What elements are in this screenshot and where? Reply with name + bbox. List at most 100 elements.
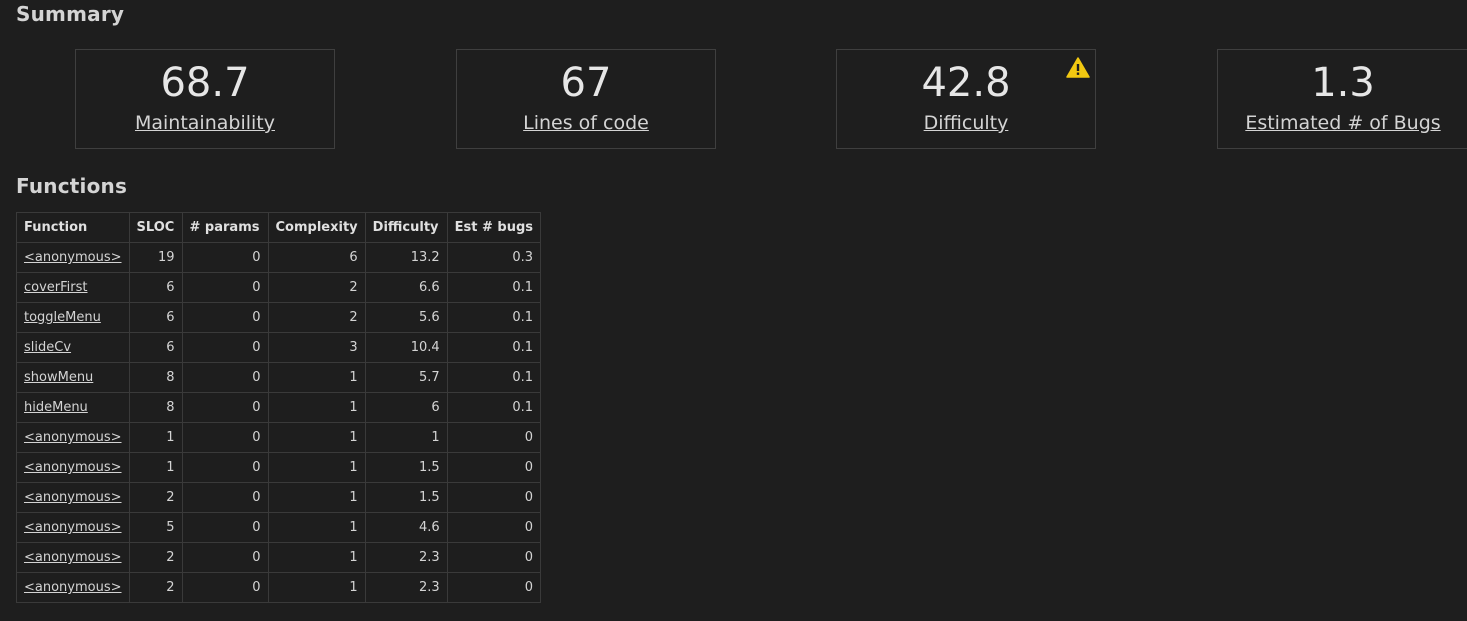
difficulty-cell: 6 [364,392,448,423]
difficulty-cell: 10.4 [364,332,448,363]
table-row: <anonymous> 1 0 1 1.5 0 [16,452,542,483]
est-bugs-cell: 0.1 [446,272,542,303]
function-link[interactable]: toggleMenu [24,310,101,325]
sloc-cell: 8 [128,362,183,393]
table-row: showMenu 8 0 1 5.7 0.1 [16,362,542,393]
sloc-cell: 2 [128,542,183,573]
complexity-cell: 2 [267,302,366,333]
maintainability-link[interactable]: Maintainability [76,110,334,136]
difficulty-cell: 6.6 [364,272,448,303]
params-cell: 0 [181,542,269,573]
lines-of-code-link[interactable]: Lines of code [457,110,715,136]
complexity-cell: 1 [267,422,366,453]
table-row: <anonymous> 2 0 1 2.3 0 [16,572,542,603]
difficulty-cell: 2.3 [364,542,448,573]
sloc-cell: 1 [128,422,183,453]
function-name: <anonymous> [16,422,130,453]
complexity-cell: 2 [267,272,366,303]
function-link[interactable]: <anonymous> [24,520,122,535]
params-cell: 0 [181,422,269,453]
sloc-cell: 2 [128,482,183,513]
params-cell: 0 [181,572,269,603]
est-bugs-cell: 0 [446,422,542,453]
difficulty-cell: 1.5 [364,482,448,513]
table-row: slideCv 6 0 3 10.4 0.1 [16,332,542,363]
function-name: <anonymous> [16,482,130,513]
difficulty-cell: 5.6 [364,302,448,333]
difficulty-cell: 1 [364,422,448,453]
column-header-function[interactable]: Function [16,212,130,243]
complexity-cell: 1 [267,362,366,393]
params-cell: 0 [181,512,269,543]
function-name: <anonymous> [16,242,130,273]
difficulty-card: 42.8 Difficulty [836,49,1096,149]
function-link[interactable]: <anonymous> [24,460,122,475]
sloc-cell: 6 [128,302,183,333]
function-name: <anonymous> [16,542,130,573]
table-row: <anonymous> 19 0 6 13.2 0.3 [16,242,542,273]
table-row: toggleMenu 6 0 2 5.6 0.1 [16,302,542,333]
function-name: <anonymous> [16,572,130,603]
function-link[interactable]: coverFirst [24,280,88,295]
complexity-cell: 3 [267,332,366,363]
function-link[interactable]: hideMenu [24,400,88,415]
sloc-cell: 19 [128,242,183,273]
table-header-row: Function SLOC # params Complexity Diffic… [16,212,542,243]
function-name: toggleMenu [16,302,130,333]
sloc-cell: 2 [128,572,183,603]
function-link[interactable]: <anonymous> [24,490,122,505]
column-header-est-bugs[interactable]: Est # bugs [446,212,542,243]
difficulty-link[interactable]: Difficulty [837,110,1095,136]
sloc-cell: 1 [128,452,183,483]
table-row: <anonymous> 2 0 1 2.3 0 [16,542,542,573]
complexity-cell: 1 [267,392,366,423]
function-link[interactable]: slideCv [24,340,71,355]
lines-of-code-card: 67 Lines of code [456,49,716,149]
lines-of-code-value: 67 [560,60,612,106]
difficulty-cell: 5.7 [364,362,448,393]
report-page: Summary 68.7 Maintainability 67 Lines of… [0,0,1467,621]
table-row: hideMenu 8 0 1 6 0.1 [16,392,542,423]
function-name: coverFirst [16,272,130,303]
estimated-bugs-card: 1.3 Estimated # of Bugs [1217,49,1467,149]
column-header-complexity[interactable]: Complexity [267,212,366,243]
sloc-cell: 6 [128,272,183,303]
function-link[interactable]: <anonymous> [24,250,122,265]
table-row: <anonymous> 2 0 1 1.5 0 [16,482,542,513]
function-name: slideCv [16,332,130,363]
complexity-cell: 1 [267,512,366,543]
function-link[interactable]: <anonymous> [24,430,122,445]
function-link[interactable]: <anonymous> [24,550,122,565]
difficulty-cell: 4.6 [364,512,448,543]
difficulty-cell: 13.2 [364,242,448,273]
difficulty-cell: 2.3 [364,572,448,603]
function-name: showMenu [16,362,130,393]
column-header-difficulty[interactable]: Difficulty [364,212,448,243]
function-name: <anonymous> [16,512,130,543]
difficulty-cell: 1.5 [364,452,448,483]
maintainability-value: 68.7 [160,60,250,106]
column-header-params[interactable]: # params [181,212,269,243]
maintainability-card: 68.7 Maintainability [75,49,335,149]
table-row: <anonymous> 5 0 1 4.6 0 [16,512,542,543]
est-bugs-cell: 0 [446,512,542,543]
complexity-cell: 1 [267,572,366,603]
functions-table: Function SLOC # params Complexity Diffic… [16,212,542,603]
estimated-bugs-value: 1.3 [1311,60,1375,106]
params-cell: 0 [181,272,269,303]
est-bugs-cell: 0.1 [446,302,542,333]
estimated-bugs-link[interactable]: Estimated # of Bugs [1208,110,1467,136]
table-row: <anonymous> 1 0 1 1 0 [16,422,542,453]
function-link[interactable]: <anonymous> [24,580,122,595]
params-cell: 0 [181,392,269,423]
complexity-cell: 1 [267,452,366,483]
function-link[interactable]: showMenu [24,370,93,385]
column-header-sloc[interactable]: SLOC [128,212,183,243]
params-cell: 0 [181,302,269,333]
params-cell: 0 [181,452,269,483]
functions-heading: Functions [16,174,128,198]
function-name: hideMenu [16,392,130,423]
params-cell: 0 [181,362,269,393]
est-bugs-cell: 0.1 [446,362,542,393]
function-name: <anonymous> [16,452,130,483]
